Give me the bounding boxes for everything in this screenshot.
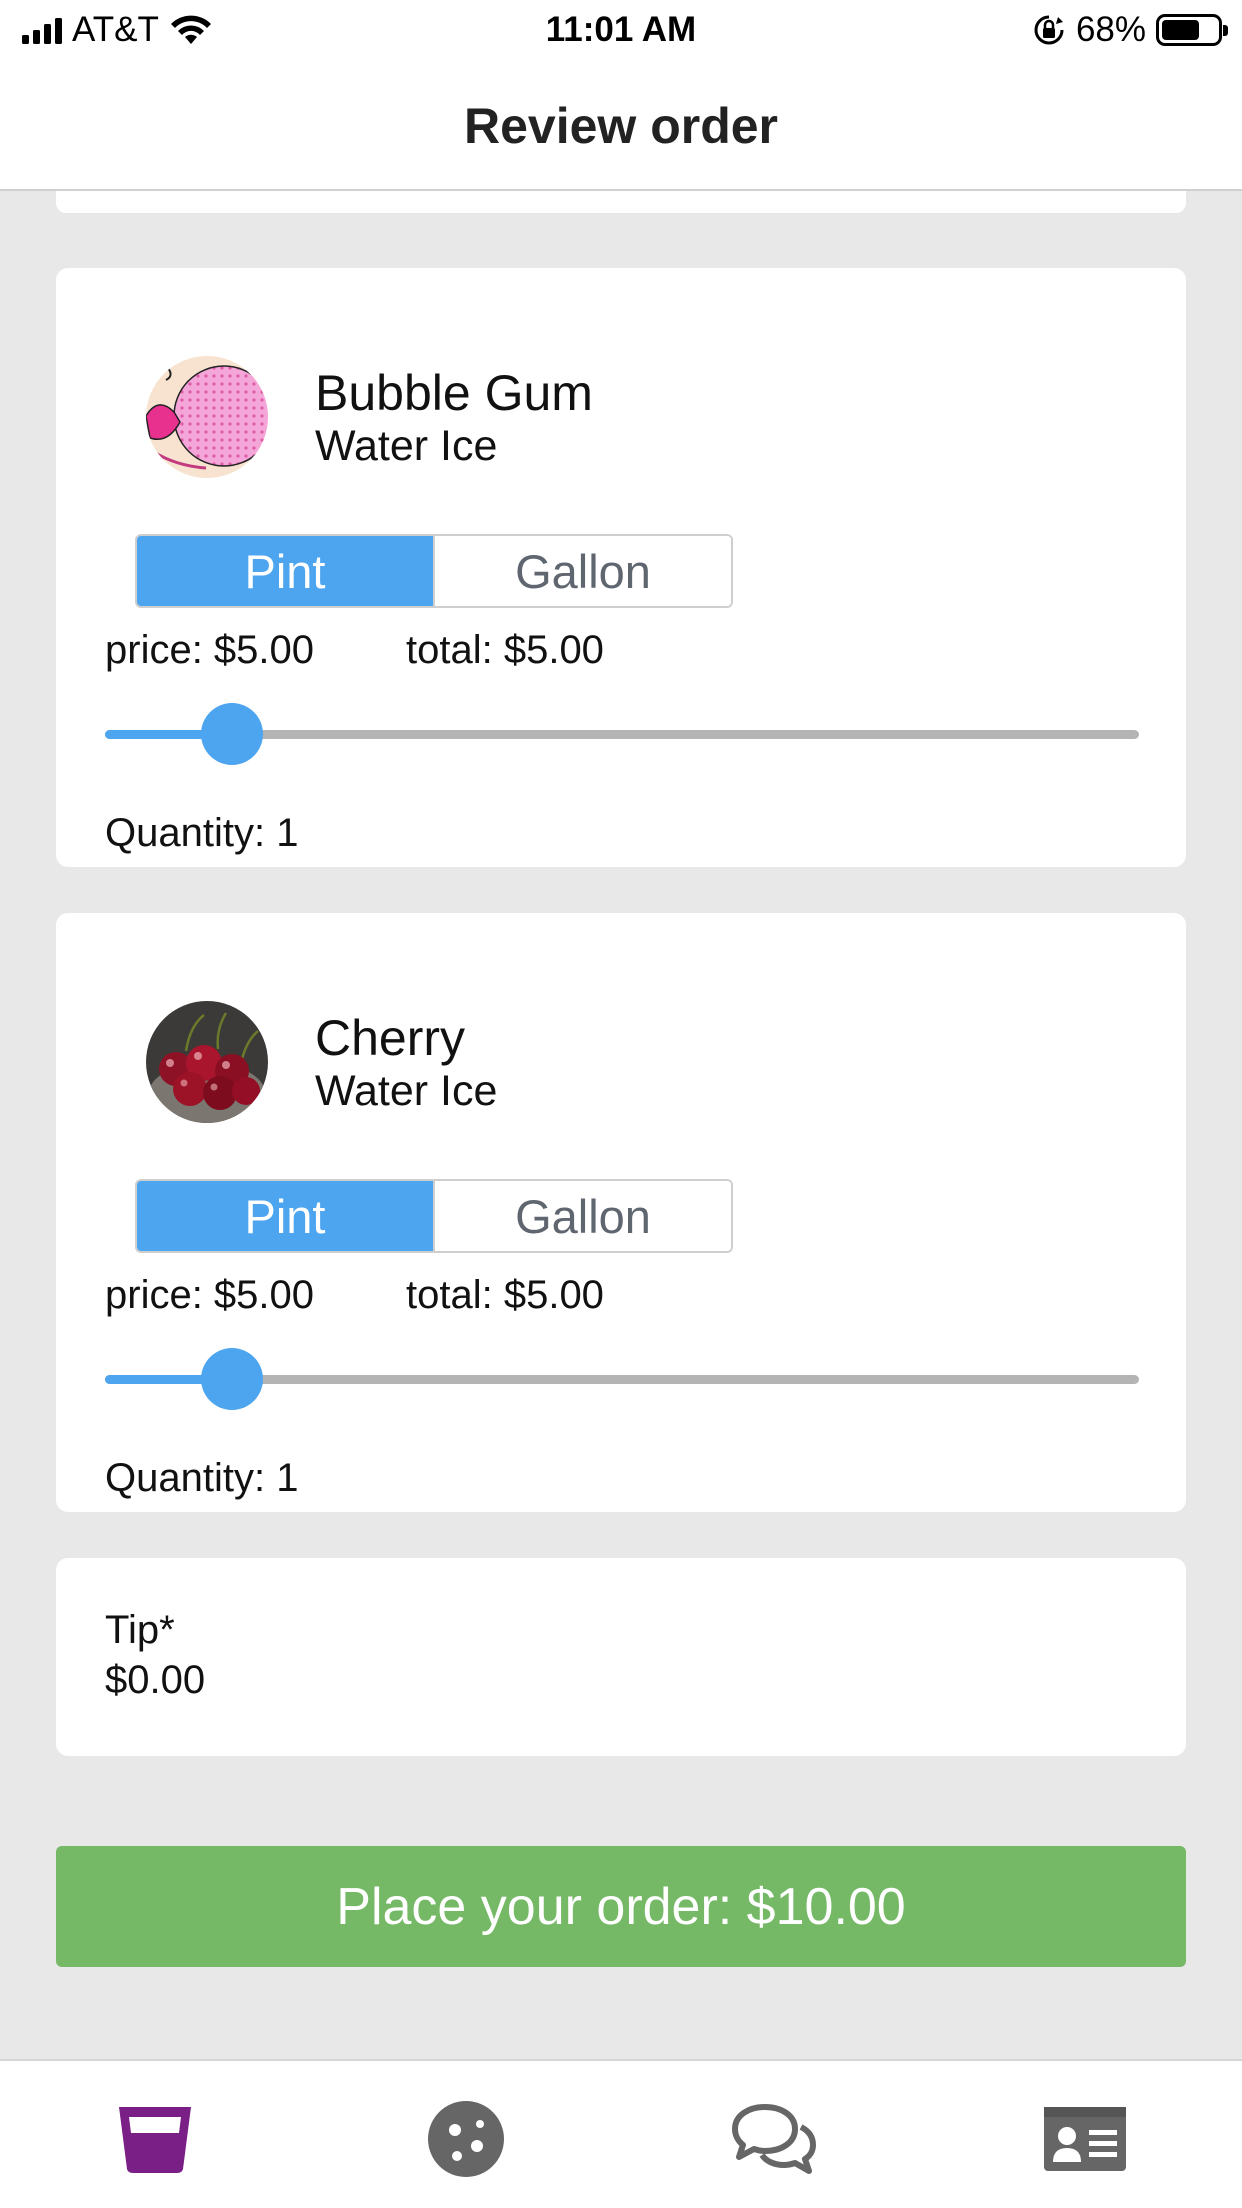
item-price: price: $5.00 bbox=[105, 628, 315, 672]
tip-value: $0.00 bbox=[105, 1658, 206, 1702]
page-title: Review order bbox=[463, 97, 778, 154]
tip-label: Tip* bbox=[105, 1608, 175, 1652]
size-selector: Pint Gallon bbox=[135, 534, 733, 608]
size-option-gallon[interactable]: Gallon bbox=[433, 536, 731, 606]
order-item-card: Bubble Gum Water Ice Pint Gallon price: … bbox=[56, 268, 1186, 867]
slider-thumb[interactable] bbox=[201, 1348, 264, 1410]
order-item-card: Cherry Water Ice Pint Gallon price: $5.0… bbox=[56, 913, 1186, 1512]
previous-card-edge bbox=[56, 191, 1186, 213]
item-type: Water Ice bbox=[315, 422, 498, 470]
tab-profile[interactable] bbox=[1040, 2099, 1130, 2179]
item-thumbnail bbox=[146, 356, 268, 478]
item-price: price: $5.00 bbox=[105, 1273, 315, 1317]
cup-icon bbox=[119, 2107, 191, 2173]
item-name: Cherry bbox=[315, 1010, 466, 1066]
tip-card[interactable]: Tip* $0.00 bbox=[56, 1558, 1186, 1756]
item-thumbnail bbox=[146, 1001, 268, 1123]
id-card-icon bbox=[1044, 2107, 1126, 2171]
order-list[interactable]: Bubble Gum Water Ice Pint Gallon price: … bbox=[0, 191, 1242, 2059]
size-option-gallon[interactable]: Gallon bbox=[433, 1181, 731, 1251]
status-bar: AT&T 11:01 AM 68% bbox=[0, 0, 1242, 62]
status-right: 68% bbox=[1032, 10, 1228, 50]
nav-bar: Review order bbox=[0, 62, 1242, 191]
item-total: total: $5.00 bbox=[406, 628, 604, 672]
slider-thumb[interactable] bbox=[201, 703, 264, 765]
battery-percent: 68% bbox=[1075, 10, 1146, 49]
cookie-icon bbox=[428, 2101, 504, 2177]
place-order-button[interactable]: Place your order: $10.00 bbox=[56, 1846, 1186, 1967]
item-name: Bubble Gum bbox=[315, 365, 593, 421]
cherry-icon bbox=[146, 1001, 268, 1123]
chat-bubbles-icon bbox=[732, 2104, 816, 2174]
battery-level bbox=[1162, 20, 1199, 40]
quantity-slider[interactable] bbox=[105, 703, 1139, 765]
battery-icon bbox=[1156, 14, 1228, 46]
size-selector: Pint Gallon bbox=[135, 1179, 733, 1253]
size-option-pint[interactable]: Pint bbox=[137, 1181, 433, 1251]
orientation-lock-icon bbox=[1034, 15, 1064, 45]
tab-cookie[interactable] bbox=[421, 2099, 511, 2179]
tab-cup[interactable] bbox=[110, 2099, 200, 2179]
quantity-label: Quantity: 1 bbox=[105, 1456, 299, 1500]
item-total: total: $5.00 bbox=[406, 1273, 604, 1317]
bubble-gum-icon bbox=[146, 356, 268, 478]
item-type: Water Ice bbox=[315, 1067, 498, 1115]
tab-bar bbox=[0, 2059, 1242, 2208]
quantity-slider[interactable] bbox=[105, 1348, 1139, 1410]
tab-messages[interactable] bbox=[728, 2099, 818, 2179]
size-option-pint[interactable]: Pint bbox=[137, 536, 433, 606]
quantity-label: Quantity: 1 bbox=[105, 811, 299, 855]
